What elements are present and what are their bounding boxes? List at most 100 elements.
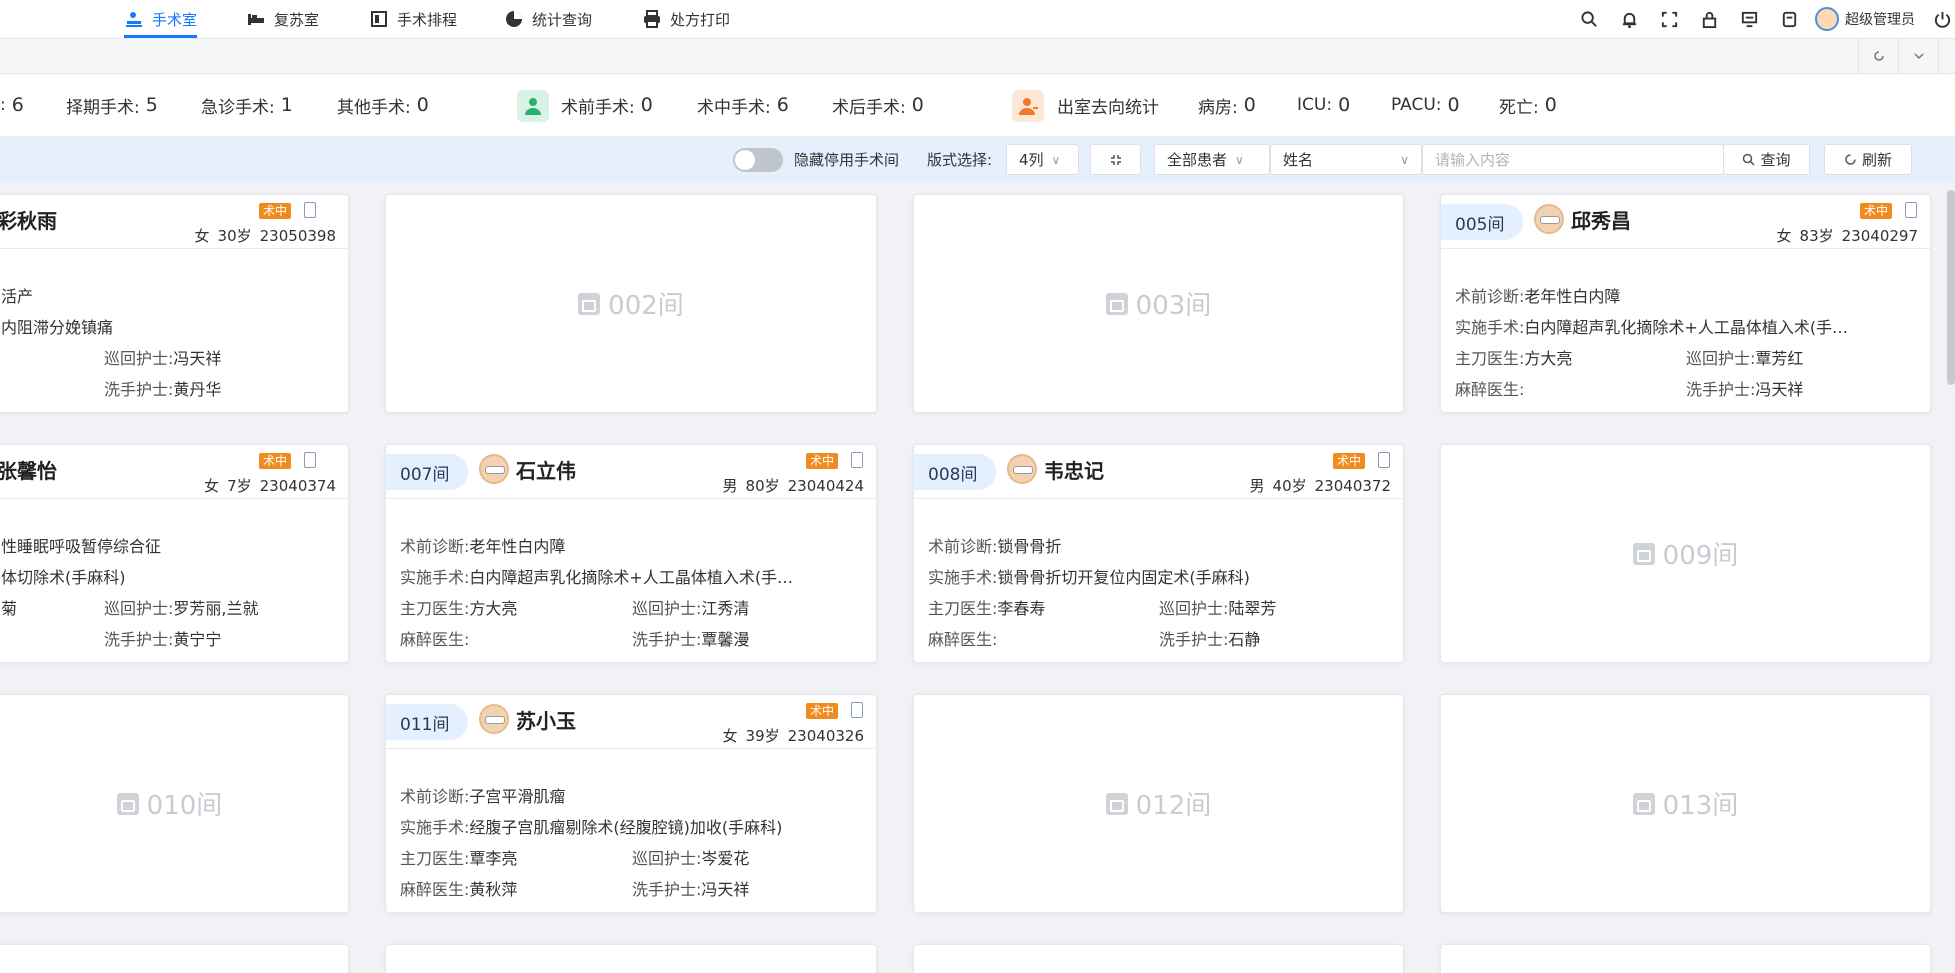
anesthetist: 麻醉医生: (400, 630, 470, 649)
diagnosis-value: 性睡眠呼吸暂停综合征 (1, 537, 162, 556)
stat-exit-destination: 出室去向统计 (1057, 97, 1159, 118)
field-select[interactable]: 姓名 ∨ (1270, 144, 1422, 175)
tab-prescription-print[interactable]: 处方打印 (642, 0, 730, 38)
room-card-row4-4[interactable] (1440, 944, 1931, 973)
user-menu[interactable]: 超级管理员 (1815, 7, 1915, 31)
tab-recovery-room[interactable]: 复苏室 (246, 0, 319, 38)
chevron-down-icon[interactable] (1898, 39, 1938, 73)
surgery: 实施手术:锁骨骨折切开复位内固定术(手麻科) (928, 568, 1250, 587)
room-card-013[interactable]: 013间 (1440, 694, 1931, 913)
fullscreen-icon[interactable] (1649, 0, 1689, 38)
power-icon[interactable] (1929, 0, 1955, 38)
patient-avatar (1534, 204, 1564, 234)
diagnosis-value: 活产 (1, 287, 34, 306)
diagnosis: 术前诊断:锁骨骨折 (928, 537, 1062, 556)
note-icon[interactable] (1769, 0, 1809, 38)
patient-info: 男 80岁 23040424 (722, 477, 864, 495)
circulating-nurse: 巡回护士:罗芳丽,兰就 (104, 599, 259, 618)
stat-elective: 择期手术: 5 (66, 94, 158, 118)
room-card-003[interactable]: 003间 (913, 194, 1404, 413)
surgeon: 主刀医生:方大亮 (1455, 349, 1573, 368)
clipboard-icon[interactable] (1378, 452, 1390, 468)
tab-operating-room[interactable]: 手术室 (124, 0, 198, 38)
scrub-nurse: 洗手护士:石静 (1159, 630, 1261, 649)
room-card-005[interactable]: 005间 邱秀昌 术中 女 83岁 23040297 术前诊断:老年性白内障 实施手… (1440, 194, 1931, 413)
room-card-008[interactable]: 008间 韦忠记 术中 男 40岁 23040372 术前诊断:锁骨骨折 实施手术:… (913, 444, 1404, 663)
chevron-down-icon: ∨ (1051, 152, 1061, 167)
room-card-011[interactable]: 011间 苏小玉 术中 女 39岁 23040326 术前诊断:子宫平滑肌瘤 实施手… (385, 694, 877, 913)
tab-statistics[interactable]: 统计查询 (504, 0, 592, 38)
more-icon[interactable] (1938, 39, 1955, 73)
search-icon[interactable] (1569, 0, 1609, 38)
clipboard-icon[interactable] (304, 452, 316, 468)
patient-info: 女 7岁 23040374 (204, 477, 336, 495)
anesthetist: 麻醉医生: (928, 630, 998, 649)
search-input[interactable]: 请输入内容 (1422, 144, 1724, 175)
clipboard-icon[interactable] (304, 202, 316, 218)
stat-emergency: 急诊手术: 1 (201, 94, 293, 118)
anesthetist: 麻醉医生:黄秋萍 (400, 880, 518, 899)
hide-disabled-toggle[interactable] (733, 148, 783, 172)
top-right-tools: 超级管理员 (1569, 0, 1955, 38)
room-tag: 011间 (386, 704, 468, 740)
room-number: 003间 (1135, 291, 1212, 321)
patient-name: 韦忠记 (1044, 459, 1104, 483)
stat-total: :6 (0, 94, 24, 116)
room-card-009[interactable]: 009间 (1440, 444, 1931, 663)
monitor-icon[interactable] (1729, 0, 1769, 38)
diagnosis: 术前诊断:老年性白内障 (400, 537, 566, 556)
room-icon (1632, 792, 1655, 815)
surgery-status-icon (517, 90, 549, 122)
surgery-stats: :6 择期手术: 5 急诊手术: 1 其他手术: 0 术前手术: 0 术中手术: 6 术后… (0, 74, 1955, 136)
refresh-button[interactable]: 刷新 (1824, 144, 1912, 175)
room-card-012[interactable]: 012间 (913, 694, 1404, 913)
user-avatar (1815, 7, 1839, 31)
diagnosis: 术前诊断:子宫平滑肌瘤 (400, 787, 566, 806)
refresh-icon (1845, 154, 1856, 165)
chevron-down-icon: ∨ (1235, 152, 1244, 167)
scrub-nurse: 洗手护士:覃馨漫 (632, 630, 750, 649)
layout-label: 版式选择: (927, 151, 993, 169)
room-card-010[interactable]: 010间 (0, 694, 349, 913)
room-card-002[interactable]: 002间 (385, 194, 877, 413)
status-badge: 术中 (806, 453, 839, 469)
patient-info: 男 40岁 23040372 (1249, 477, 1391, 495)
expand-icon (1110, 154, 1121, 165)
room-card-006[interactable]: 张馨怡 术中 女 7岁 23040374 性睡眠呼吸暂停综合征 体切除术(手麻科) … (0, 444, 349, 663)
circulating-nurse: 巡回护士:覃芳红 (1686, 349, 1804, 368)
status-badge: 术中 (259, 453, 292, 469)
clipboard-icon[interactable] (851, 452, 863, 468)
clipboard-icon[interactable] (1905, 202, 1917, 218)
patient-name: 邱秀昌 (1571, 209, 1631, 233)
room-card-row4-3[interactable] (913, 944, 1404, 973)
patient-name: 张馨怡 (0, 459, 57, 483)
status-badge: 术中 (806, 703, 839, 719)
patient-filter-select[interactable]: 全部患者 ∨ (1154, 144, 1270, 175)
room-card-007[interactable]: 007间 石立伟 术中 男 80岁 23040424 术前诊断:老年性白内障 实施手… (385, 444, 877, 663)
surgeon: 主刀医生:李春寿 (928, 599, 1046, 618)
room-card-row4-1[interactable] (0, 944, 349, 973)
room-card-001[interactable]: 彩秋雨 术中 女 30岁 23050398 活产 内阻滞分娩镇痛 巡回护士:冯天祥 … (0, 194, 349, 413)
tab-operating-room-label: 手术室 (152, 10, 198, 29)
tab-strip (0, 38, 1955, 74)
patient-avatar (479, 704, 509, 734)
room-icon (578, 292, 601, 315)
scrub-nurse: 洗手护士:黄丹华 (104, 380, 222, 399)
status-badge: 术中 (1860, 203, 1893, 219)
tab-surgery-schedule[interactable]: 手术排程 (369, 0, 457, 38)
anesthetist: 麻醉医生: (1455, 380, 1525, 399)
query-button[interactable]: 查询 (1723, 144, 1810, 175)
status-badge: 术中 (259, 203, 292, 219)
pie-chart-icon (506, 11, 522, 27)
scrub-nurse: 洗手护士:黄宁宁 (104, 630, 222, 649)
room-card-row4-2[interactable] (385, 944, 877, 973)
vertical-scrollbar[interactable] (1947, 190, 1955, 385)
bell-icon[interactable] (1609, 0, 1649, 38)
clipboard-icon[interactable] (851, 702, 863, 718)
expand-button[interactable] (1090, 144, 1141, 175)
lock-icon[interactable] (1689, 0, 1729, 38)
card-header: 008间 韦忠记 术中 男 40岁 23040372 (914, 445, 1403, 499)
reload-icon[interactable] (1858, 39, 1898, 73)
layout-select[interactable]: 4列 ∨ (1006, 144, 1079, 175)
room-number: 009间 (1662, 541, 1739, 571)
